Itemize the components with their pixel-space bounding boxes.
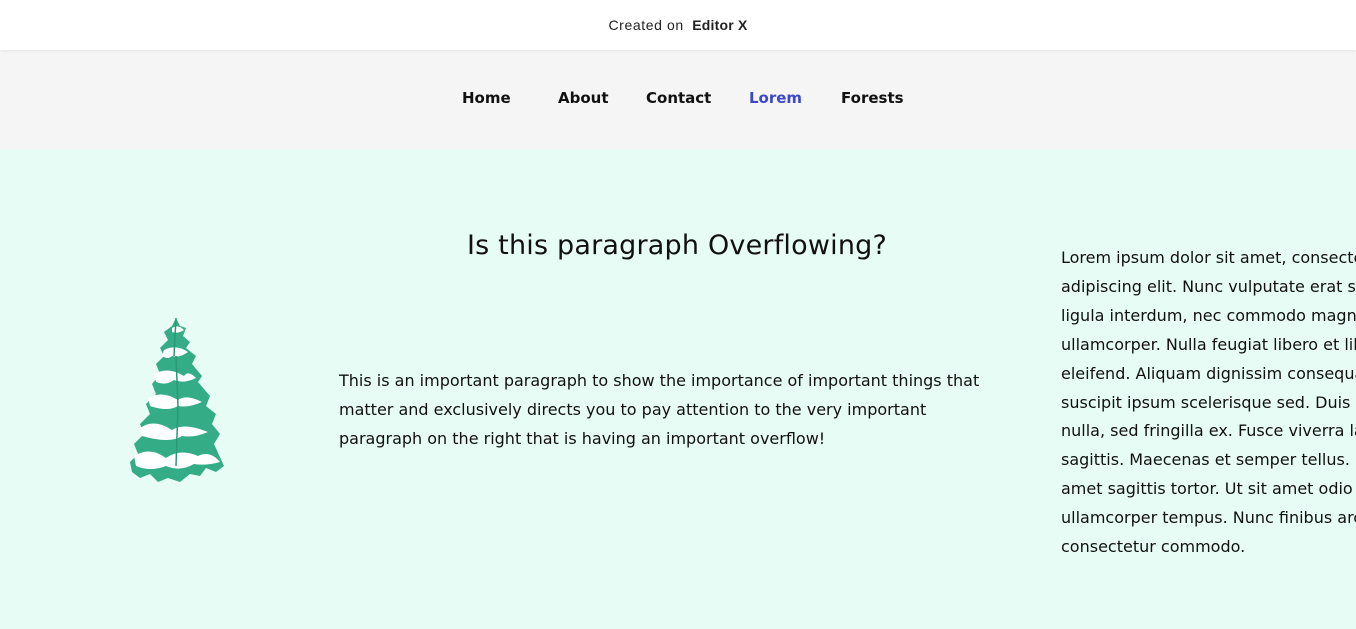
- overflow-line: consectetur commodo.: [1061, 537, 1246, 557]
- nav-item-home[interactable]: Home: [462, 89, 511, 107]
- overflow-line: suscipit ipsum scelerisque sed. Duis a: [1061, 392, 1356, 412]
- editor-x-logo[interactable]: Editor X: [692, 17, 747, 33]
- overflow-line: amet sagittis tortor. Ut sit amet odio u…: [1061, 479, 1356, 499]
- banner-text: Created on Editor X: [608, 17, 747, 33]
- page-heading: Is this paragraph Overflowing?: [466, 230, 888, 261]
- overflow-line: ullamcorper tempus. Nunc finibus arcu: [1061, 508, 1356, 528]
- overflow-line: Lorem ipsum dolor sit amet, consectetur: [1061, 248, 1356, 267]
- overflow-line: sagittis. Maecenas et semper tellus. Fus…: [1061, 450, 1356, 470]
- overflow-line: adipiscing elit. Nunc vulputate erat sit…: [1061, 276, 1356, 296]
- nav-item-lorem[interactable]: Lorem: [749, 89, 802, 107]
- overflow-line: ligula interdum, nec commodo magna: [1061, 305, 1356, 325]
- nav-item-about[interactable]: About: [558, 89, 609, 107]
- editor-x-banner[interactable]: Created on Editor X: [0, 0, 1356, 50]
- snowy-pine-tree-icon: [128, 316, 226, 486]
- nav-item-contact[interactable]: Contact: [646, 89, 711, 107]
- overflow-line: nulla, sed fringilla ex. Fusce viverra l…: [1061, 421, 1356, 441]
- overflow-line: ullamcorper. Nulla feugiat libero et lib…: [1061, 334, 1356, 354]
- important-paragraph: This is an important paragraph to show t…: [339, 371, 980, 448]
- banner-prefix: Created on: [608, 17, 684, 33]
- main-navigation: Home About Contact Lorem Forests: [0, 50, 1356, 149]
- nav-item-forests[interactable]: Forests: [841, 89, 904, 107]
- overflowing-paragraph: Lorem ipsum dolor sit amet, consectetur …: [1061, 244, 1356, 574]
- overflow-line: eleifend. Aliquam dignissim consequat: [1061, 363, 1356, 383]
